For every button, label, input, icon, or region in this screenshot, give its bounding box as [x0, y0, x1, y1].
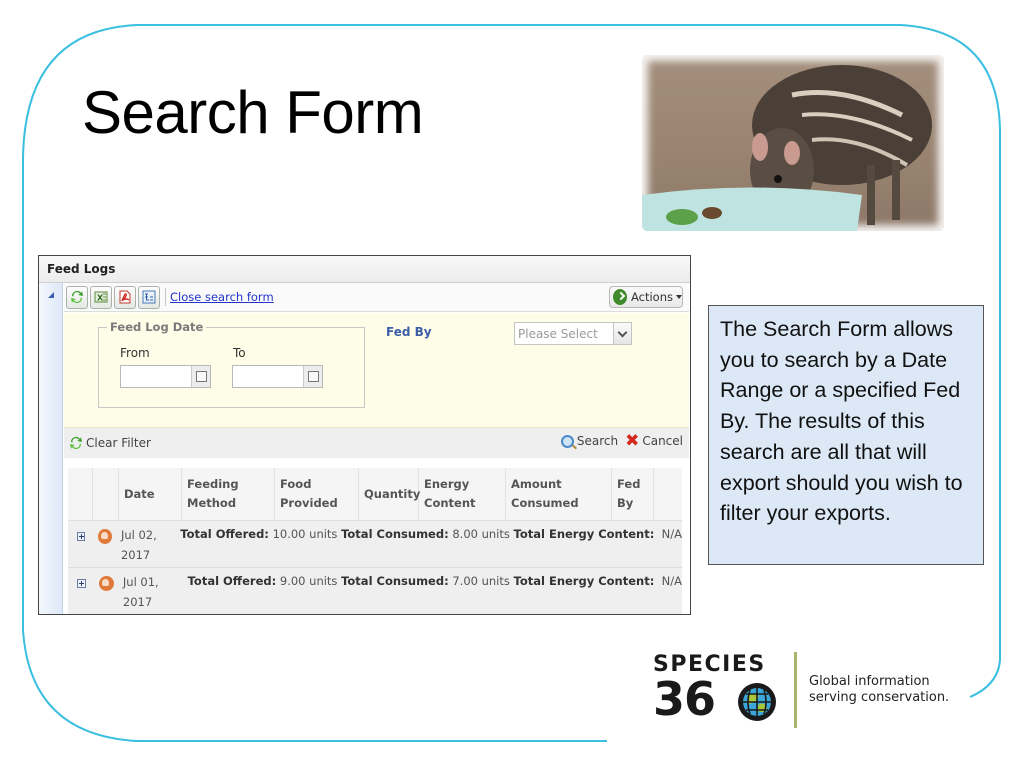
row-group-summary: Total Offered: 10.00 units Total Consume… — [180, 527, 682, 541]
filter-bar: Clear Filter Search ✖ Cancel — [64, 428, 689, 458]
calendar-icon[interactable] — [191, 366, 210, 387]
search-button[interactable]: Search — [560, 434, 619, 448]
logo-number: 36 — [653, 672, 716, 726]
clear-filter-button[interactable]: Clear Filter — [68, 435, 151, 451]
svg-text:X: X — [97, 294, 104, 303]
callout-note: The Search Form allows you to search by … — [708, 305, 984, 565]
columns-icon — [142, 290, 156, 304]
search-label: Search — [576, 434, 619, 448]
logo-divider — [794, 652, 797, 728]
slide-title: Search Form — [82, 79, 424, 146]
close-icon: ✖ — [625, 431, 640, 451]
row-group-summary: Total Offered: 9.00 units Total Consumed… — [187, 574, 682, 588]
expand-row-icon[interactable] — [77, 532, 86, 541]
refresh-icon — [70, 437, 82, 449]
close-search-form-link[interactable]: Close search form — [170, 290, 274, 304]
column-header-food-provided[interactable]: Food Provided — [275, 468, 359, 520]
column-chooser-button[interactable] — [138, 285, 160, 309]
column-header-expand — [68, 468, 93, 520]
cancel-button[interactable]: ✖ Cancel — [618, 431, 683, 451]
logo-tagline: Global information serving conservation. — [809, 674, 949, 706]
refresh-icon — [71, 291, 83, 303]
column-header-amount-consumed[interactable]: Amount Consumed — [506, 468, 612, 520]
clear-filter-label: Clear Filter — [86, 436, 151, 450]
feed-log-date-group: Feed Log Date From To — [98, 320, 365, 408]
excel-icon: X — [94, 291, 108, 303]
actions-button[interactable]: Actions — [609, 286, 683, 308]
panel-sidebar — [39, 283, 63, 614]
expand-row-icon[interactable] — [77, 579, 86, 588]
feed-log-date-legend: Feed Log Date — [107, 320, 207, 334]
row-date: Jul 01, 2017 — [122, 575, 159, 609]
row-date: Jul 02, 2017 — [120, 528, 157, 562]
calendar-icon[interactable] — [303, 366, 322, 387]
go-arrow-icon — [613, 289, 627, 305]
search-form: Feed Log Date From To Fed By Please Sele… — [64, 313, 689, 428]
animal-icon — [98, 529, 112, 544]
species360-logo: SPECIES 36 Global information serving co… — [653, 652, 973, 732]
fed-by-select[interactable]: Please Select — [514, 322, 632, 345]
column-header-feeding-method[interactable]: Feeding Method — [182, 468, 275, 520]
to-label: To — [233, 346, 246, 360]
column-header-icon — [93, 468, 119, 520]
animal-photo — [642, 55, 944, 231]
table-row[interactable]: Jul 02, 2017 Total Offered: 10.00 units … — [68, 521, 682, 568]
chevron-down-icon[interactable] — [613, 323, 631, 344]
to-date-input[interactable] — [232, 365, 323, 388]
export-pdf-button[interactable] — [114, 285, 136, 309]
column-header-spacer — [654, 468, 682, 520]
fed-by-selected-value: Please Select — [518, 327, 598, 341]
table-row[interactable]: Jul 01, 2017 Total Offered: 9.00 units T… — [68, 568, 682, 614]
collapse-toggle-icon[interactable] — [48, 292, 54, 298]
search-icon — [560, 434, 574, 448]
panel-title: Feed Logs — [39, 256, 690, 283]
tagline-line-2: serving conservation. — [809, 690, 950, 705]
from-date-input[interactable] — [120, 365, 211, 388]
toolbar: X Close search form Actions — [64, 283, 689, 312]
actions-label: Actions — [630, 290, 673, 304]
export-excel-button[interactable]: X — [90, 285, 112, 309]
toolbar-separator — [165, 288, 166, 306]
feed-logs-panel: Feed Logs X Close search form Actions Fe… — [38, 255, 691, 615]
refresh-button[interactable] — [66, 285, 88, 309]
column-header-date[interactable]: Date — [119, 468, 182, 520]
column-header-quantity[interactable]: Quantity — [359, 468, 420, 520]
globe-icon — [738, 683, 776, 721]
tagline-line-1: Global information — [809, 674, 930, 689]
caret-down-icon — [676, 295, 682, 299]
grid-header: Date Feeding Method Food Provided Quantity… — [68, 468, 682, 521]
feed-logs-grid: Date Feeding Method Food Provided Quantity… — [68, 468, 682, 614]
fed-by-label: Fed By — [386, 325, 432, 339]
animal-icon — [98, 576, 114, 591]
pdf-icon — [119, 290, 131, 304]
from-label: From — [120, 346, 150, 360]
cancel-label: Cancel — [642, 434, 683, 448]
column-header-fed-by[interactable]: Fed By — [612, 468, 654, 520]
column-header-energy-content[interactable]: Energy Content — [419, 468, 506, 520]
